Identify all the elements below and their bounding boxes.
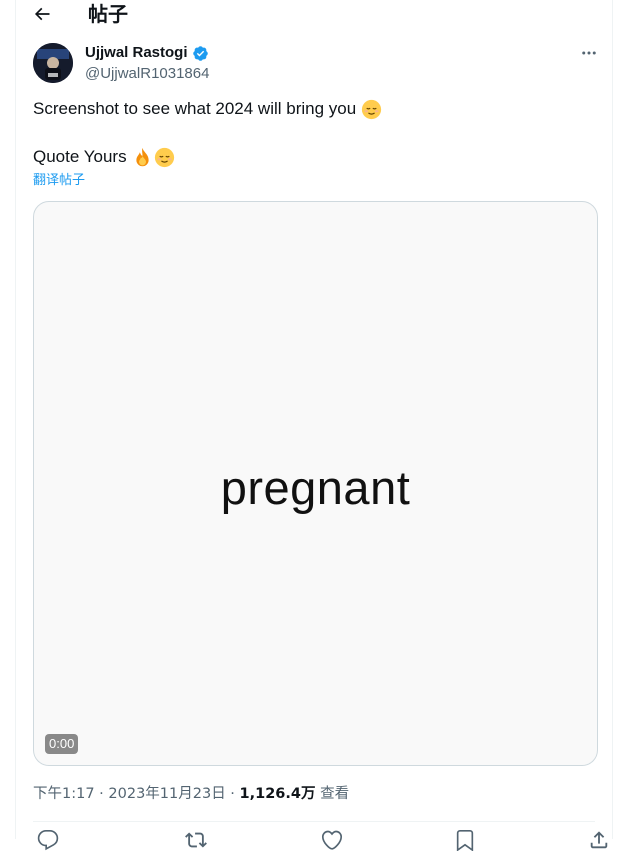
post-time[interactable]: 下午1:17 xyxy=(33,786,95,802)
post-date[interactable]: 2023年11月23日 xyxy=(108,786,225,802)
heart-icon xyxy=(321,830,343,850)
share-icon xyxy=(590,831,608,849)
bookmark-button[interactable] xyxy=(454,829,476,852)
post-meta: 下午1:17 · 2023年11月23日 · 1,126.4万 查看 xyxy=(33,784,349,804)
repost-button[interactable] xyxy=(185,829,207,851)
avatar[interactable] xyxy=(33,43,73,83)
author-name[interactable]: Ujjwal Rastogi xyxy=(85,44,209,62)
post-text-1: Screenshot to see what 2024 will bring y… xyxy=(33,99,357,118)
reply-icon xyxy=(37,830,59,851)
page-title: 帖子 xyxy=(88,2,128,26)
like-button[interactable] xyxy=(321,829,343,851)
more-options-button[interactable] xyxy=(578,42,600,64)
video-frame-text: pregnant xyxy=(220,461,411,514)
fire-emoji xyxy=(135,147,149,166)
meta-separator: · xyxy=(225,786,240,802)
divider xyxy=(33,821,595,822)
more-horizontal-icon xyxy=(582,51,596,55)
repost-icon xyxy=(185,832,207,848)
views-count: 1,126.4万 xyxy=(239,786,316,802)
post-video[interactable]: pregnant 0:00 xyxy=(33,201,598,766)
relieved-face-emoji xyxy=(362,99,382,119)
video-timestamp: 0:00 xyxy=(45,734,79,754)
reply-button[interactable] xyxy=(37,829,59,851)
back-button[interactable] xyxy=(30,2,54,26)
author-handle[interactable]: @UjjwalR1031864 xyxy=(85,65,209,83)
author-name-text: Ujjwal Rastogi xyxy=(85,44,188,61)
bookmark-icon xyxy=(456,830,474,852)
post-text-line-2: Quote Yours xyxy=(33,146,175,168)
post-column: 帖子 Ujjwal Rastogi @UjjwalR1031864 Screen… xyxy=(15,0,613,852)
arrow-left-icon xyxy=(34,7,50,21)
meta-separator: · xyxy=(94,786,109,802)
action-bar xyxy=(33,829,608,852)
views-label: 查看 xyxy=(315,786,350,802)
verified-badge-icon xyxy=(192,45,208,61)
post-text-line-1: Screenshot to see what 2024 will bring y… xyxy=(33,98,382,120)
avatar-image xyxy=(33,43,73,83)
relieved-face-emoji xyxy=(154,147,174,167)
share-button[interactable] xyxy=(588,829,610,851)
translate-post-link[interactable]: 翻译帖子 xyxy=(33,172,85,190)
post-text-2: Quote Yours xyxy=(33,147,127,166)
page-header: 帖子 xyxy=(16,0,612,30)
